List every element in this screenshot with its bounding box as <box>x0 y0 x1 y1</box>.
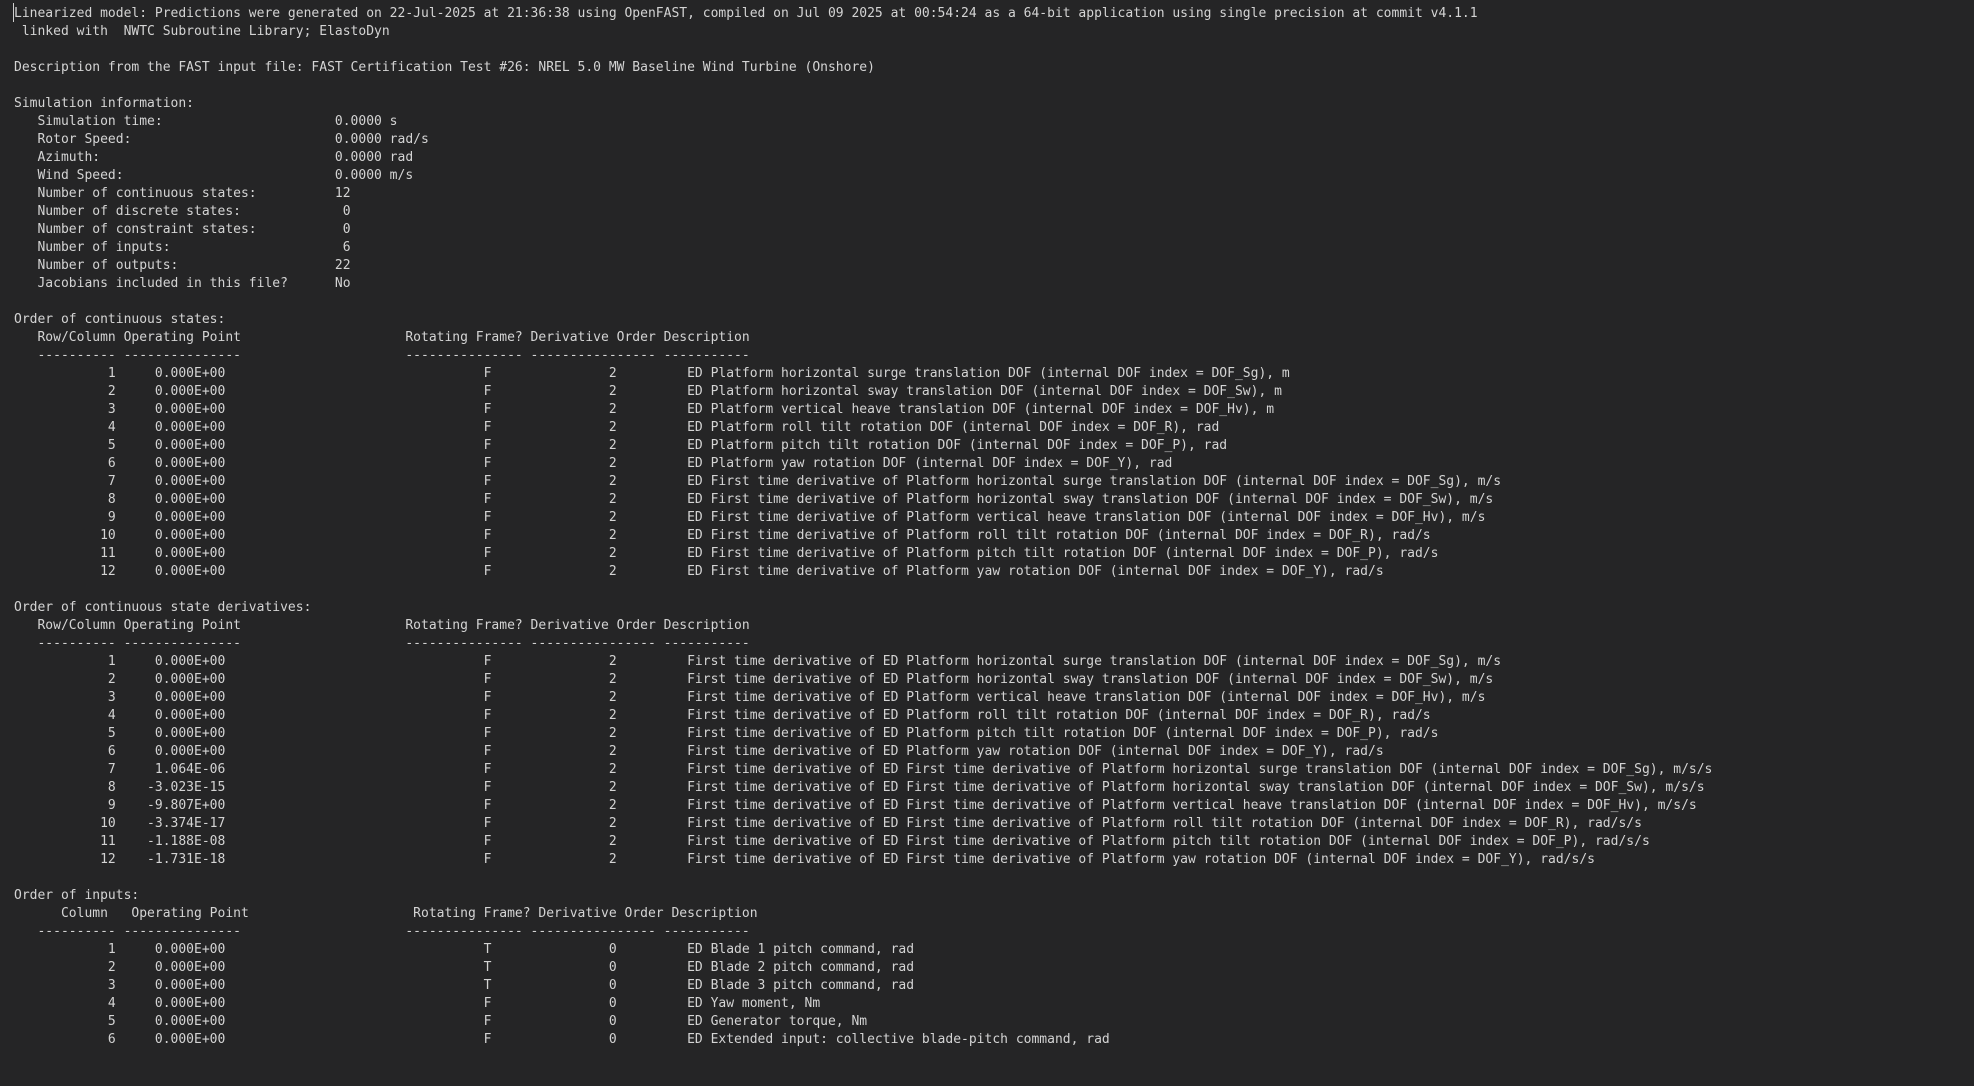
table-row: 5 0.000E+00 F 2 ED Platform pitch tilt r… <box>14 438 1228 453</box>
table-row: 1 0.000E+00 F 2 First time derivative of… <box>14 654 1502 669</box>
order-sections: Order of continuous states: Row/Column O… <box>14 293 1974 1049</box>
table-row: 9 -9.807E+00 F 2 First time derivative o… <box>14 798 1697 813</box>
text-editor-area[interactable]: Linearized model: Predictions were gener… <box>0 0 1974 1086</box>
table-divider: ---------- --------------- -------------… <box>14 924 750 939</box>
table-row: 11 -1.188E-08 F 2 First time derivative … <box>14 834 1650 849</box>
table-row: 8 -3.023E-15 F 2 First time derivative o… <box>14 780 1705 795</box>
simulation-info-list: Simulation time: 0.0000 s Rotor Speed: 0… <box>14 113 1974 293</box>
table-row: 2 0.000E+00 F 2 First time derivative of… <box>14 672 1494 687</box>
table-header: Column Operating Point Rotating Frame? D… <box>14 906 758 921</box>
table-row: 4 0.000E+00 F 0 ED Yaw moment, Nm <box>14 996 821 1011</box>
sim-info-row: Azimuth: 0.0000 rad <box>14 150 414 165</box>
header-line-2: linked with NWTC Subroutine Library; Ela… <box>14 24 390 39</box>
sim-info-row: Rotor Speed: 0.0000 rad/s <box>14 132 429 147</box>
sim-info-row: Wind Speed: 0.0000 m/s <box>14 168 414 183</box>
table-row: 10 0.000E+00 F 2 ED First time derivativ… <box>14 528 1431 543</box>
table-row: 10 -3.374E-17 F 2 First time derivative … <box>14 816 1642 831</box>
header-line-1: Linearized model: Predictions were gener… <box>14 6 1478 21</box>
table-row: 11 0.000E+00 F 2 ED First time derivativ… <box>14 546 1439 561</box>
sim-info-row: Number of discrete states: 0 <box>14 204 351 219</box>
table-row: 12 -1.731E-18 F 2 First time derivative … <box>14 852 1595 867</box>
table-row: 8 0.000E+00 F 2 ED First time derivative… <box>14 492 1494 507</box>
table-row: 3 0.000E+00 T 0 ED Blade 3 pitch command… <box>14 978 915 993</box>
table-row: 9 0.000E+00 F 2 ED First time derivative… <box>14 510 1486 525</box>
table-row: 7 0.000E+00 F 2 ED First time derivative… <box>14 474 1502 489</box>
sim-info-row: Number of inputs: 6 <box>14 240 351 255</box>
table-row: 1 0.000E+00 T 0 ED Blade 1 pitch command… <box>14 942 915 957</box>
table-row: 2 0.000E+00 T 0 ED Blade 2 pitch command… <box>14 960 915 975</box>
sim-info-row: Simulation time: 0.0000 s <box>14 114 398 129</box>
table-row: 4 0.000E+00 F 2 First time derivative of… <box>14 708 1431 723</box>
table-row: 6 0.000E+00 F 2 ED Platform yaw rotation… <box>14 456 1173 471</box>
table-header: Row/Column Operating Point Rotating Fram… <box>14 618 750 633</box>
file-content: Linearized model: Predictions were gener… <box>14 5 1974 1049</box>
sim-info-row: Number of outputs: 22 <box>14 258 351 273</box>
table-row: 6 0.000E+00 F 0 ED Extended input: colle… <box>14 1032 1110 1047</box>
table-row: 1 0.000E+00 F 2 ED Platform horizontal s… <box>14 366 1290 381</box>
sim-info-row: Jacobians included in this file? No <box>14 276 351 291</box>
section-title: Order of inputs: <box>14 888 140 903</box>
description-line: Description from the FAST input file: FA… <box>14 60 875 75</box>
sim-info-row: Number of constraint states: 0 <box>14 222 351 237</box>
table-row: 4 0.000E+00 F 2 ED Platform roll tilt ro… <box>14 420 1220 435</box>
table-divider: ---------- --------------- -------------… <box>14 348 750 363</box>
table-row: 5 0.000E+00 F 2 First time derivative of… <box>14 726 1439 741</box>
section-title: Order of continuous state derivatives: <box>14 600 312 615</box>
table-row: 3 0.000E+00 F 2 ED Platform vertical hea… <box>14 402 1275 417</box>
table-row: 5 0.000E+00 F 0 ED Generator torque, Nm <box>14 1014 868 1029</box>
table-row: 7 1.064E-06 F 2 First time derivative of… <box>14 762 1713 777</box>
table-header: Row/Column Operating Point Rotating Fram… <box>14 330 750 345</box>
table-row: 2 0.000E+00 F 2 ED Platform horizontal s… <box>14 384 1282 399</box>
table-row: 12 0.000E+00 F 2 ED First time derivativ… <box>14 564 1384 579</box>
text-cursor <box>13 3 14 22</box>
table-row: 6 0.000E+00 F 2 First time derivative of… <box>14 744 1384 759</box>
table-row: 3 0.000E+00 F 2 First time derivative of… <box>14 690 1486 705</box>
sim-info-title: Simulation information: <box>14 96 195 111</box>
sim-info-row: Number of continuous states: 12 <box>14 186 351 201</box>
table-divider: ---------- --------------- -------------… <box>14 636 750 651</box>
section-title: Order of continuous states: <box>14 312 226 327</box>
